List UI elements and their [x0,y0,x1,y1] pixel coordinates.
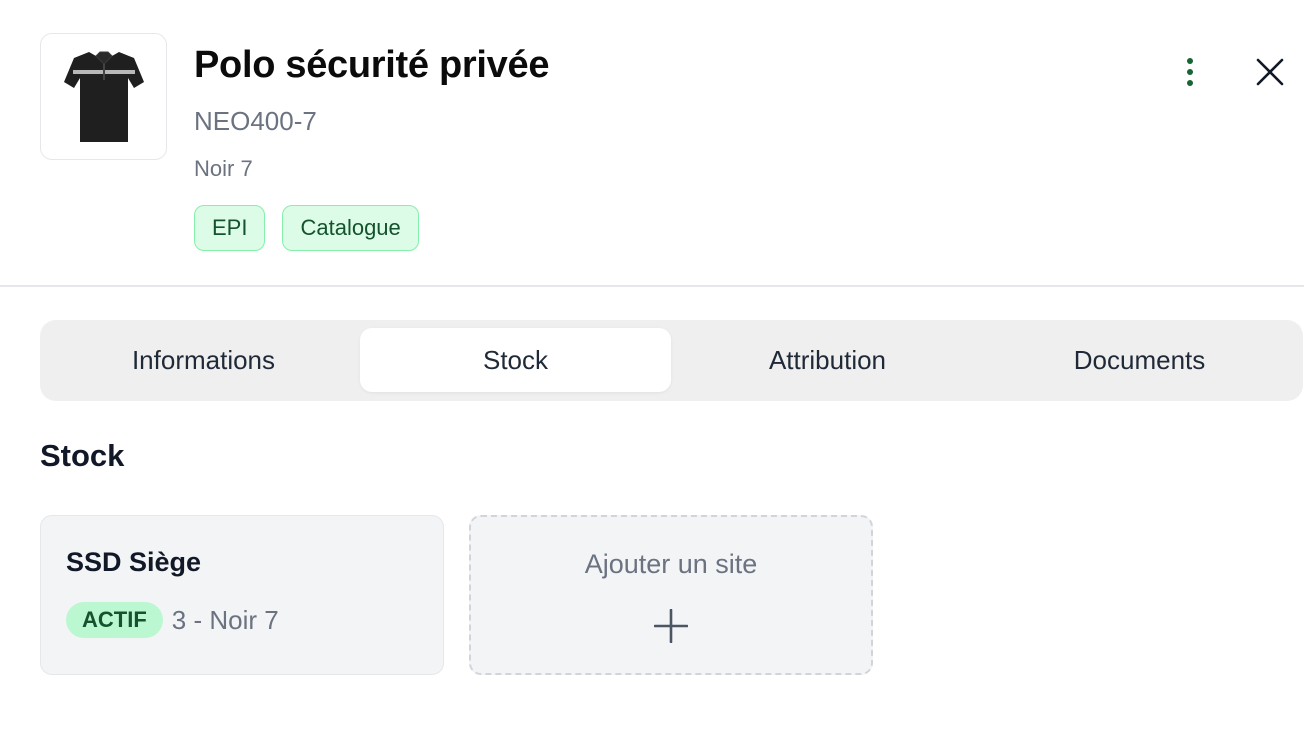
close-button[interactable] [1250,52,1290,92]
add-site-label: Ajouter un site [584,549,758,579]
tab-informations[interactable]: Informations [48,328,359,392]
polo-shirt-icon [63,51,144,142]
header-divider [0,285,1304,287]
stock-quantity: 3 - Noir 7 [171,604,279,635]
add-site-button[interactable]: Ajouter un site [469,515,873,675]
vertical-dots-icon [1187,58,1193,86]
more-options-button[interactable] [1170,52,1210,92]
site-status-row: ACTIF 3 - Noir 7 [66,602,279,638]
close-icon [1256,58,1284,86]
product-thumbnail [40,33,167,160]
tag-catalogue[interactable]: Catalogue [282,205,419,251]
tag-list: EPI Catalogue [194,205,419,251]
product-reference: NEO400-7 [194,106,317,136]
tab-bar: Informations Stock Attribution Documents [40,320,1303,401]
plus-icon [654,609,688,643]
tab-documents[interactable]: Documents [984,328,1295,392]
site-name: SSD Siège [66,547,202,577]
tab-stock[interactable]: Stock [360,328,671,392]
product-variant: Noir 7 [194,156,253,181]
tag-epi[interactable]: EPI [194,205,266,251]
site-card[interactable]: SSD Siège ACTIF 3 - Noir 7 [40,515,444,675]
status-badge: ACTIF [66,602,163,638]
tab-attribution[interactable]: Attribution [672,328,983,392]
product-title: Polo sécurité privée [194,44,550,86]
section-title: Stock [40,438,125,473]
